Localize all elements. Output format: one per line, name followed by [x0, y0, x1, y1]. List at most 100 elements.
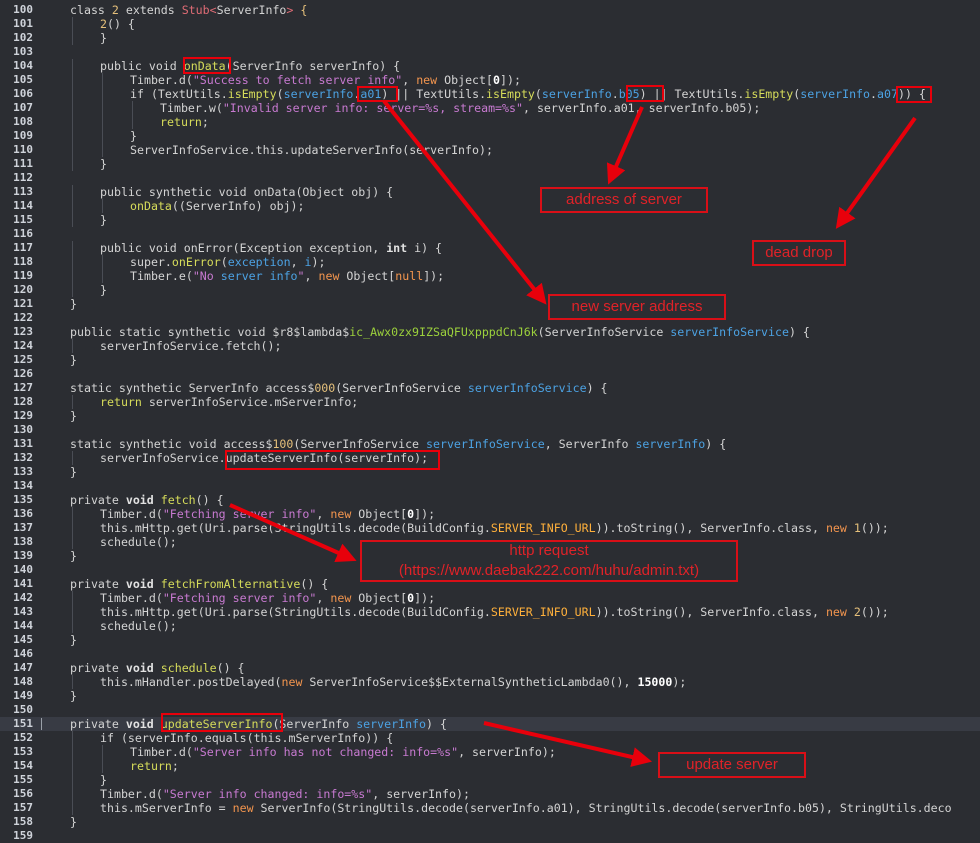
code-line[interactable]: 125} [0, 353, 980, 367]
code-line[interactable]: 133} [0, 465, 980, 479]
code-line[interactable]: 146 [0, 647, 980, 661]
code-token: { [300, 3, 308, 17]
code-editor[interactable]: 100 class 2 extends Stub<ServerInfo> {101… [0, 0, 980, 842]
code-token: ()); [860, 605, 889, 619]
code-line[interactable]: 127 static synthetic ServerInfo access$00… [0, 381, 980, 395]
code-token: serverInfoService.fetch(); [100, 339, 282, 353]
code-line[interactable]: 139} [0, 549, 980, 563]
code-line[interactable]: 132 serverInfoService.updateServerInfo(se… [0, 451, 980, 465]
code-token: ServerInfo [216, 3, 287, 17]
code-line[interactable]: 141 private void fetchFromAlternative() { [0, 577, 980, 591]
code-line[interactable]: 136 Timber.d("Fetching server info", new … [0, 507, 980, 521]
code-line[interactable]: 138 schedule(); [0, 535, 980, 549]
code-line[interactable]: 126 [0, 367, 980, 381]
code-token: updateServerInfo [160, 717, 273, 731]
code-line[interactable]: 149} [0, 689, 980, 703]
code-line[interactable]: 131 static synthetic void access$100(Serv… [0, 437, 980, 451]
code-token: void [125, 493, 161, 507]
code-text: private void schedule() { [70, 661, 245, 675]
code-token: Timber.d( [100, 787, 163, 801]
code-token: ) { [705, 437, 727, 451]
code-line[interactable]: 112 [0, 171, 980, 185]
code-line[interactable]: 107 Timber.w("Invalid server info: server… [0, 101, 980, 115]
code-token: a01 [360, 87, 382, 101]
code-token: "Fetching server info" [162, 591, 317, 605]
code-line[interactable]: 110 ServerInfoService.this.updateServerIn… [0, 143, 980, 157]
code-line[interactable]: 123 public static synthetic void $r8$lamb… [0, 325, 980, 339]
code-token: > [286, 3, 301, 17]
code-line[interactable]: 152 if (serverInfo.equals(this.mServerInf… [0, 731, 980, 745]
code-line[interactable]: 151 private void updateServerInfo(ServerI… [0, 717, 980, 731]
code-line[interactable]: 129} [0, 409, 980, 423]
code-token: public synthetic void [100, 185, 254, 199]
indent-guide [132, 115, 133, 129]
code-token: " [297, 269, 305, 283]
line-number: 118 [13, 255, 33, 268]
code-line[interactable]: 154 return; [0, 759, 980, 773]
line-number: 125 [13, 353, 33, 366]
code-token: Timber.w( [160, 101, 223, 115]
code-line[interactable]: 157 this.mServerInfo = new ServerInfo(Str… [0, 801, 980, 815]
line-number: 130 [13, 423, 33, 436]
code-token: 15000 [637, 675, 673, 689]
code-line[interactable]: 148 this.mHandler.postDelayed(new ServerI… [0, 675, 980, 689]
line-number: 102 [13, 31, 33, 44]
code-line[interactable]: 143 this.mHttp.get(Uri.parse(StringUtils.… [0, 605, 980, 619]
code-line[interactable]: 117 public void onError(Exception excepti… [0, 241, 980, 255]
code-line[interactable]: 137 this.mHttp.get(Uri.parse(StringUtils.… [0, 521, 980, 535]
code-token: ) || TextUtils. [381, 87, 487, 101]
code-token: this.mHttp.get(Uri.parse(StringUtils.dec… [100, 521, 491, 535]
code-line[interactable]: 105 Timber.d("Success to fetch server inf… [0, 73, 980, 87]
code-line[interactable]: 114 onData((ServerInfo) obj); [0, 199, 980, 213]
code-line[interactable]: 142 Timber.d("Fetching server info", new … [0, 591, 980, 605]
code-line[interactable]: 124 serverInfoService.fetch(); [0, 339, 980, 353]
code-line[interactable]: 130 [0, 423, 980, 437]
code-line[interactable]: 150 [0, 703, 980, 717]
code-text: Timber.d("Server info changed: info=%s",… [100, 787, 470, 801]
code-line[interactable]: 103 [0, 45, 980, 59]
code-token: void [125, 661, 161, 675]
code-line[interactable]: 108 return; [0, 115, 980, 129]
indent-guide [72, 115, 73, 129]
line-number: 104 [13, 59, 33, 72]
code-line[interactable]: 156 Timber.d("Server info changed: info=%… [0, 787, 980, 801]
code-token: } [100, 31, 107, 45]
code-line[interactable]: 144 schedule(); [0, 619, 980, 633]
code-line[interactable]: 155} [0, 773, 980, 787]
code-line[interactable]: 119 Timber.e("No server info", new Object… [0, 269, 980, 283]
code-line[interactable]: 120} [0, 283, 980, 297]
code-token: Timber.e( [130, 269, 193, 283]
code-line[interactable]: 118 super.onError(exception, i); [0, 255, 980, 269]
line-number: 100 [13, 3, 33, 16]
code-line[interactable]: 116 [0, 227, 980, 241]
code-line[interactable]: 111} [0, 157, 980, 171]
code-line[interactable]: 106 if (TextUtils.isEmpty(serverInfo.a01)… [0, 87, 980, 101]
code-line[interactable]: 102} [0, 31, 980, 45]
code-line[interactable]: 113 public synthetic void onData(Object o… [0, 185, 980, 199]
code-line[interactable]: 101 2() { [0, 17, 980, 31]
code-line[interactable]: 147 private void schedule() { [0, 661, 980, 675]
code-token: serverInfo [541, 87, 612, 101]
code-line[interactable]: 109} [0, 129, 980, 143]
code-line[interactable]: 153 Timber.d("Server info has not changed… [0, 745, 980, 759]
code-token: new [318, 269, 347, 283]
code-token: 1 [853, 521, 861, 535]
line-number: 150 [13, 703, 33, 716]
code-line[interactable]: 145} [0, 633, 980, 647]
line-number: 131 [13, 437, 33, 450]
indent-guide [72, 675, 73, 689]
code-line[interactable]: 140 [0, 563, 980, 577]
code-line[interactable]: 158} [0, 815, 980, 829]
code-line[interactable]: 100 class 2 extends Stub<ServerInfo> { [0, 3, 980, 17]
code-line[interactable]: 128 return serverInfoService.mServerInfo; [0, 395, 980, 409]
code-line[interactable]: 134 [0, 479, 980, 493]
code-line[interactable]: 159 [0, 829, 980, 843]
code-line[interactable]: 104 public void onData(ServerInfo serverI… [0, 59, 980, 73]
line-number: 135 [13, 493, 33, 506]
code-line[interactable]: 115} [0, 213, 980, 227]
code-line[interactable]: 121} [0, 297, 980, 311]
indent-guide [72, 619, 73, 633]
code-line[interactable]: 135 private void fetch() { [0, 493, 980, 507]
code-line[interactable]: 122 [0, 311, 980, 325]
indent-guide [132, 101, 133, 115]
